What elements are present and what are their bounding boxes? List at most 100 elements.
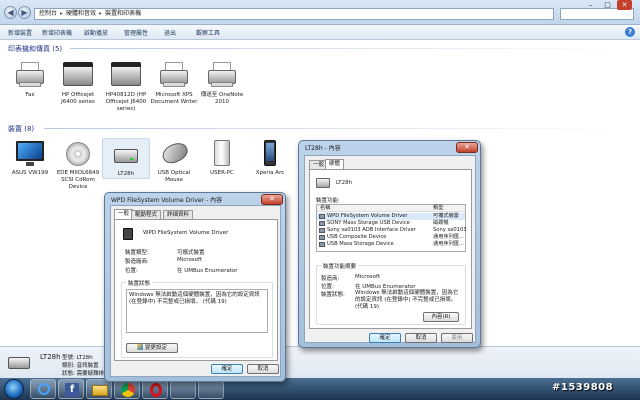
device-xperia-arc[interactable]: Xperia Arc: [246, 138, 294, 177]
device-lt28h[interactable]: LT28h: [102, 138, 150, 179]
close-icon[interactable]: ✕: [617, 0, 632, 10]
close-icon[interactable]: ✕: [456, 142, 478, 153]
details-pane: LT28h 型號: LT28h 類別: 音訊裝置 狀態: 需要疑難排解: [0, 346, 640, 378]
properties-button[interactable]: 內容(R): [423, 312, 459, 322]
devices-section-header[interactable]: 裝置 (8): [8, 124, 34, 134]
explorer-title-bar: ◀ ▶ 控制台 ▸ 硬體和音效 ▸ 裝置和印表機 – □ ✕: [0, 0, 640, 25]
monitor-icon: [12, 138, 48, 168]
taskbar-facebook-icon[interactable]: f: [58, 379, 84, 399]
list-item[interactable]: Sony sa0103 ADB Interface Driver Sony sa0…: [317, 227, 467, 234]
device-asus-monitor[interactable]: ASUS VW199: [6, 138, 54, 177]
dialog-body: 一般 驅動程式 詳細資料 WPD FileSystem Volume Drive…: [110, 205, 281, 377]
dialog-title: WPD FileSystem Volume Driver - 內容: [111, 197, 223, 204]
device-label: Fax: [25, 92, 35, 98]
device-xps-writer[interactable]: Microsoft XPS Document Writer: [150, 60, 198, 106]
device-name: WPD FileSystem Volume Driver: [143, 230, 229, 236]
add-device-button[interactable]: 新增裝置: [8, 28, 32, 37]
details-field-model: 型號: LT28h: [62, 355, 93, 361]
taskbar-explorer-icon[interactable]: [86, 379, 112, 399]
summary-key: 裝置狀態:: [321, 292, 345, 298]
column-name[interactable]: 名稱: [320, 205, 330, 212]
add-printer-button[interactable]: 新增印表機: [42, 28, 72, 37]
command-toolbar: 新增裝置 新增印表機 啟動播放 管理屬性 退出 觀察工具 ?: [0, 25, 640, 40]
start-button[interactable]: [4, 379, 24, 399]
taskbar-chrome-icon[interactable]: [114, 379, 140, 399]
help-icon[interactable]: ?: [625, 27, 635, 37]
prop-value: Microsoft: [177, 257, 203, 263]
breadcrumb-0[interactable]: 控制台: [39, 10, 57, 17]
summary-value: Microsoft: [355, 274, 381, 280]
taskbar-opera-icon[interactable]: [142, 379, 168, 399]
navigation-buttons: ◀ ▶: [4, 6, 32, 19]
autoplay-button[interactable]: 啟動播放: [84, 28, 108, 37]
fax-icon: [12, 60, 48, 90]
cd-drive-icon: [60, 138, 96, 168]
device-label: ASUS VW199: [11, 170, 49, 176]
device-usb-mouse[interactable]: USB Optical Mouse: [150, 138, 198, 184]
shield-icon: [136, 344, 143, 350]
summary-key: 製造商:: [321, 276, 340, 282]
address-bar[interactable]: 控制台 ▸ 硬體和音效 ▸ 裝置和印表機: [34, 8, 554, 20]
group-label: 裝置功能摘要: [321, 262, 359, 270]
list-item[interactable]: USB Composite Device 通用序列匯...: [317, 234, 465, 241]
function-summary-group: 裝置功能摘要 製造商: Microsoft 位置: 在 UMBus Enumer…: [316, 262, 466, 325]
cancel-button[interactable]: 取消: [247, 364, 279, 374]
eject-button[interactable]: 退出: [164, 28, 176, 37]
printer-icon: [156, 60, 192, 90]
list-header: 名稱 類型: [317, 205, 465, 212]
breadcrumb-1[interactable]: 硬體和音效: [66, 10, 96, 17]
computer-icon: [204, 138, 240, 168]
column-type[interactable]: 類型: [433, 205, 443, 212]
ok-button[interactable]: 確定: [211, 364, 243, 374]
maximize-icon[interactable]: □: [600, 0, 615, 10]
device-cdrom[interactable]: EDE MIIOL6849 SCSI CdRom Device: [54, 138, 102, 191]
summary-value: Windows 無法啟動這個硬體裝置，因為它的設定資訊 (在登錄中) 不完整或已…: [355, 290, 459, 310]
prop-key: 裝置類型:: [125, 250, 149, 256]
taskbar-ie-icon[interactable]: [30, 379, 56, 399]
device-fax[interactable]: Fax: [6, 60, 54, 99]
tab-details[interactable]: 詳細資料: [163, 210, 194, 219]
portable-device-icon: [123, 228, 133, 240]
cancel-button[interactable]: 取消: [405, 333, 437, 343]
list-item[interactable]: WPD FileSystem Volume Driver 可攜式裝置: [317, 213, 465, 220]
details-field-status: 狀態: 需要疑難排解: [62, 371, 110, 377]
troubleshoot-button[interactable]: 觀察工具: [196, 28, 220, 37]
breadcrumb-2[interactable]: 裝置和印表機: [105, 10, 141, 17]
wpd-properties-dialog: WPD FileSystem Volume Driver - 內容 ✕ 一般 驅…: [104, 192, 286, 382]
list-item[interactable]: SONY Mass Storage USB Device 磁碟機: [317, 220, 465, 227]
list-item[interactable]: USB Mass Storage Device 通用序列匯...: [317, 241, 465, 248]
close-icon[interactable]: ✕: [261, 194, 283, 205]
lt28h-properties-dialog: LT28h - 內容 ✕ 一般 硬體 LT28h 裝置功能: 名稱 類型 WPD…: [298, 140, 481, 348]
device-user-pc[interactable]: USER-PC: [198, 138, 246, 177]
printers-section-header[interactable]: 印表機和傳真 (5): [8, 44, 62, 54]
minimize-icon[interactable]: –: [583, 0, 598, 10]
taskbar-app-icon[interactable]: [198, 379, 224, 399]
device-label: Microsoft XPS Document Writer: [150, 92, 198, 105]
change-settings-button[interactable]: 變更設定: [126, 343, 178, 353]
device-label: USER-PC: [210, 170, 234, 176]
taskbar-paint-icon[interactable]: [170, 379, 196, 399]
back-icon[interactable]: ◀: [4, 6, 17, 19]
phone-icon: [252, 138, 288, 168]
device-onenote[interactable]: 傳送至 OneNote 2010: [198, 60, 246, 106]
device-label: Xperia Arc: [255, 170, 285, 176]
apply-button[interactable]: 套用: [441, 333, 473, 343]
device-hp-officejet[interactable]: HP Officejet J6400 series: [54, 60, 102, 106]
device-status-group: 裝置狀態 Windows 無法啟動這個硬體裝置，因為它的設定資訊 (在登錄中) …: [121, 279, 273, 358]
ok-button[interactable]: 確定: [369, 333, 401, 343]
multifunction-printer-icon: [108, 60, 144, 90]
device-label: 傳送至 OneNote 2010: [200, 92, 244, 105]
forward-icon[interactable]: ▶: [18, 6, 31, 19]
general-tab-panel: WPD FileSystem Volume Driver 裝置類型: 可攜式裝置…: [114, 219, 278, 361]
functions-list[interactable]: 名稱 類型 WPD FileSystem Volume Driver 可攜式裝置 …: [316, 204, 467, 252]
manage-properties-button[interactable]: 管理屬性: [124, 28, 148, 37]
summary-key: 位置:: [321, 284, 334, 290]
prop-key: 製造廠商:: [125, 259, 149, 265]
device-hp40812d[interactable]: HP40812D (HP Officejet J6400 series): [102, 60, 150, 113]
taskbar: f: [0, 378, 640, 400]
group-label: 裝置狀態: [126, 279, 153, 287]
device-status-textbox[interactable]: Windows 無法啟動這個硬體裝置，因為它的設定資訊 (在登錄中) 不完整或已…: [126, 289, 268, 333]
tab-hardware[interactable]: 硬體: [325, 159, 345, 169]
tab-driver[interactable]: 驅動程式: [131, 210, 162, 219]
drive-icon: [8, 351, 32, 371]
